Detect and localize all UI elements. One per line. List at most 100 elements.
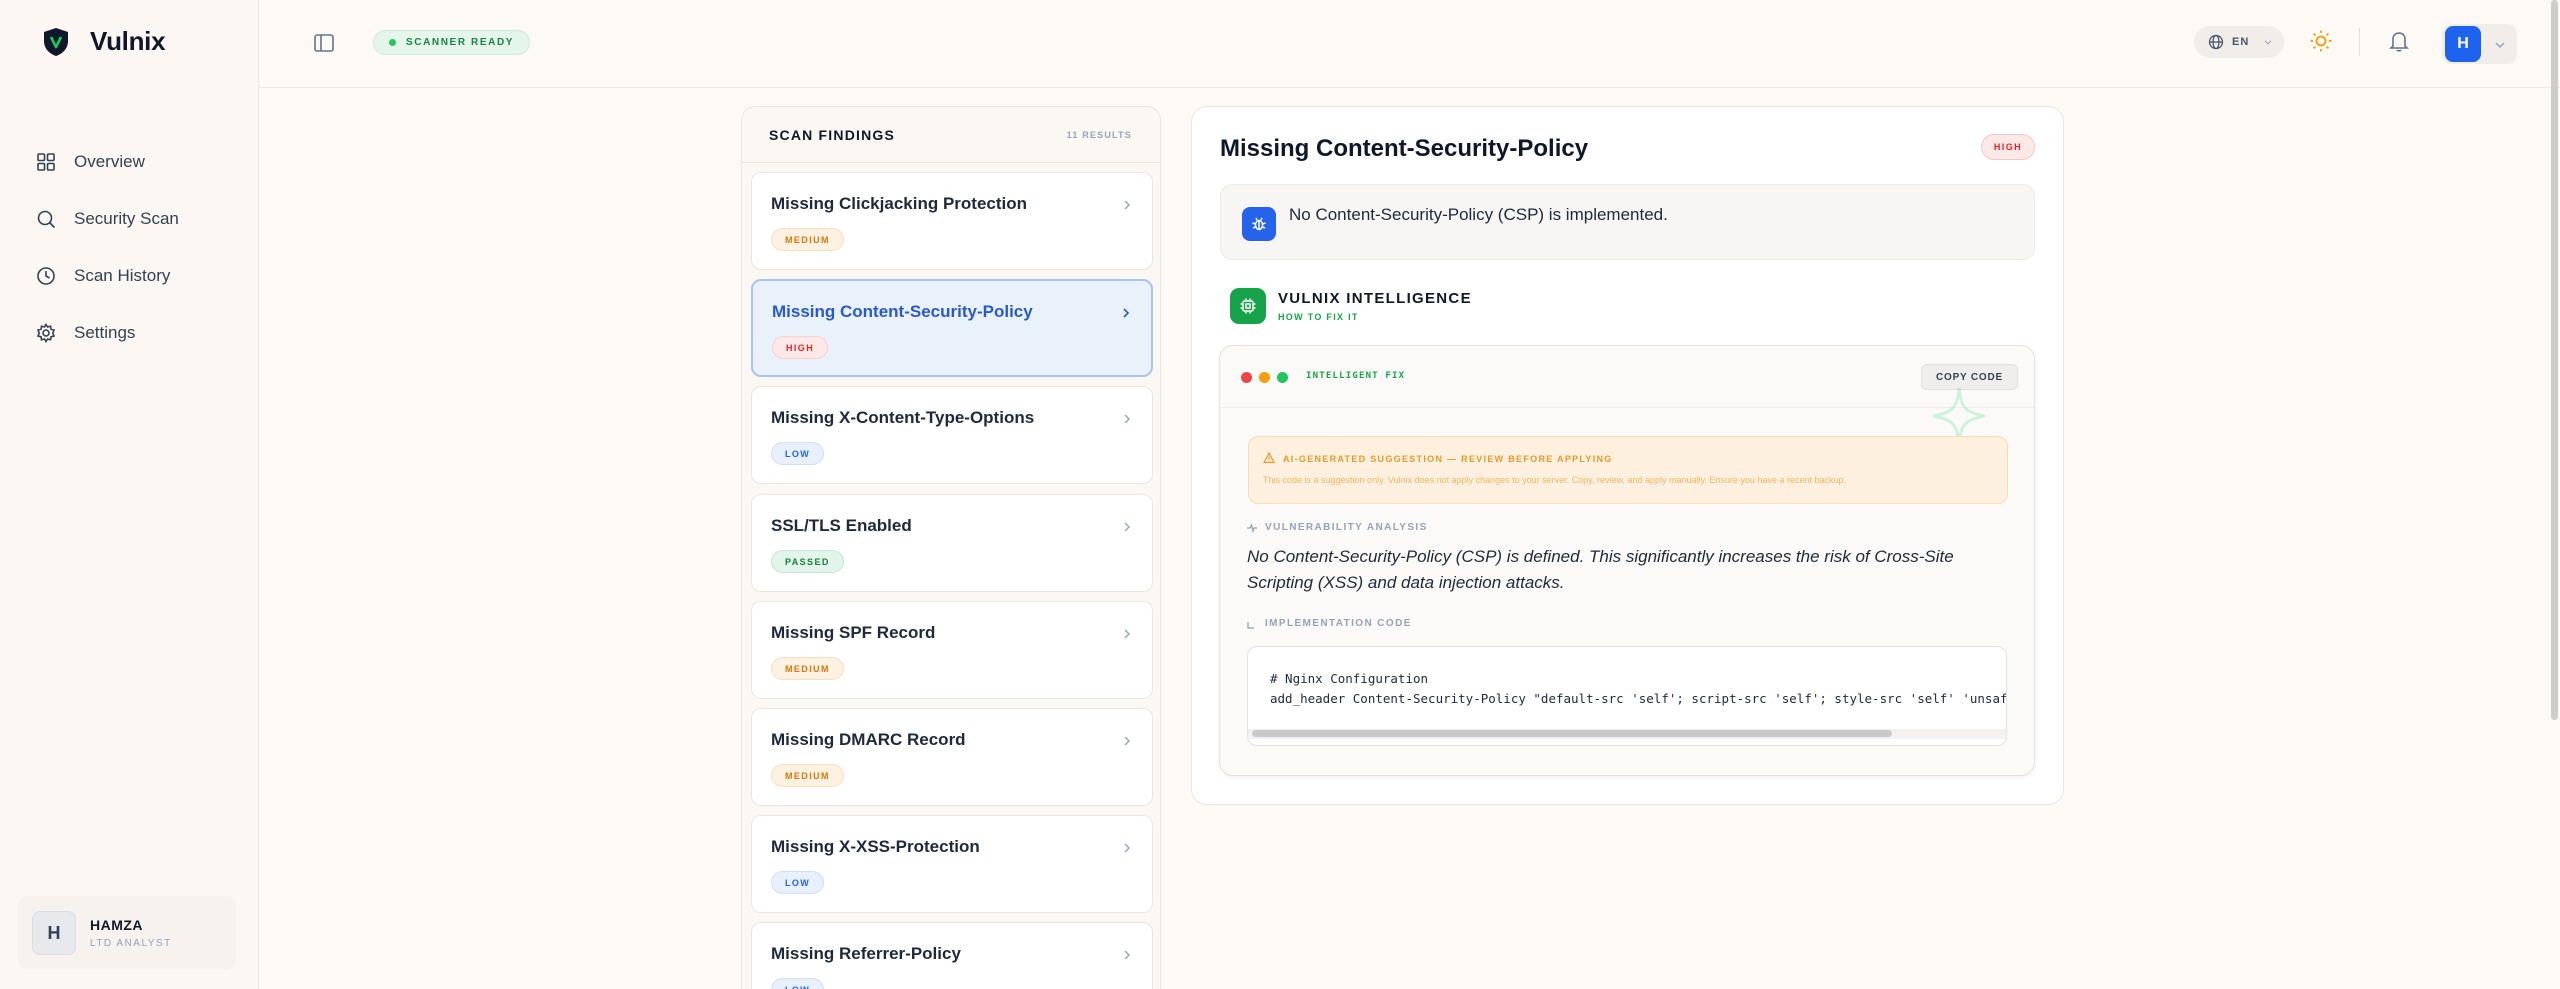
- finding-title: Missing SPF Record: [771, 623, 936, 642]
- grid-icon: [37, 152, 55, 171]
- finding-title: Missing Clickjacking Protection: [771, 194, 1028, 213]
- page-scrollbar-thumb[interactable]: [2551, 0, 2558, 720]
- finding-item[interactable]: Missing Clickjacking Protection MEDIUM: [751, 172, 1153, 270]
- description-text: No Content-Security-Policy (CSP) is impl…: [1289, 205, 1668, 224]
- finding-detail-panel: Missing Content-Security-Policy HIGH No …: [1191, 106, 2064, 805]
- cpu-icon: [1230, 288, 1266, 324]
- finding-title: Missing Content-Security-Policy: [772, 302, 1033, 321]
- fix-card-toolbar: INTELLIGENT FIX COPY CODE: [1220, 346, 2034, 408]
- code-block[interactable]: # Nginx Configuration add_header Content…: [1247, 646, 2007, 746]
- scanner-status-text: SCANNER READY: [406, 37, 515, 48]
- sidebar-item-security-scan[interactable]: Security Scan: [36, 190, 179, 247]
- notifications-bell-icon[interactable]: [2389, 30, 2409, 52]
- user-card[interactable]: H HAMZA LTD ANALYST: [18, 896, 236, 970]
- finding-item[interactable]: Missing X-XSS-Protection LOW: [751, 815, 1153, 913]
- finding-title: Missing Referrer-Policy: [771, 944, 961, 963]
- severity-badge: LOW: [771, 978, 825, 989]
- chevron-right-icon: [1123, 308, 1130, 318]
- severity-badge: MEDIUM: [771, 657, 844, 680]
- chevron-right-icon: [1124, 843, 1130, 853]
- warning-text: This code is a suggestion only. Vulnix d…: [1263, 475, 1847, 485]
- warning-title: AI-GENERATED SUGGESTION — REVIEW BEFORE …: [1283, 454, 1613, 464]
- chevron-right-icon: [1124, 200, 1130, 210]
- code-content: # Nginx Configuration add_header Content…: [1270, 669, 2007, 709]
- chevron-right-icon: [1124, 629, 1130, 639]
- fix-label: INTELLIGENT FIX: [1306, 371, 1406, 381]
- pulse-icon: [1247, 522, 1257, 533]
- user-avatar: H: [32, 911, 76, 955]
- intelligence-subtitle: HOW TO FIX IT: [1278, 312, 1359, 322]
- chevron-down-icon: [2495, 42, 2505, 49]
- scrollbar-thumb[interactable]: [1252, 730, 1892, 737]
- user-menu-button[interactable]: H: [2442, 24, 2517, 64]
- chevron-down-icon: [2264, 40, 2272, 45]
- finding-item[interactable]: Missing Referrer-Policy LOW: [751, 922, 1153, 989]
- detail-severity-badge: HIGH: [1980, 134, 2035, 160]
- intelligence-title: VULNIX INTELLIGENCE: [1278, 290, 1472, 307]
- finding-item[interactable]: Missing SPF Record MEDIUM: [751, 601, 1153, 699]
- avatar: H: [2445, 26, 2481, 62]
- sidebar: Vulnix Overview Security Scan Scan Histo…: [0, 0, 259, 989]
- green-dot-icon: [1277, 372, 1288, 383]
- chevron-right-icon: [1124, 950, 1130, 960]
- gear-icon: [36, 322, 56, 343]
- ai-warning-banner: AI-GENERATED SUGGESTION — REVIEW BEFORE …: [1248, 436, 2008, 504]
- intelligent-fix-card: INTELLIGENT FIX COPY CODE AI-GENERATED S…: [1219, 345, 2035, 776]
- scan-findings-panel: SCAN FINDINGS 11 RESULTS Missing Clickja…: [741, 106, 1161, 989]
- page-scrollbar[interactable]: [2549, 0, 2560, 989]
- sidebar-toggle-icon[interactable]: [313, 32, 335, 54]
- sidebar-item-scan-history[interactable]: Scan History: [36, 247, 179, 304]
- analysis-label: VULNERABILITY ANALYSIS: [1247, 522, 1428, 533]
- code-icon: [1247, 621, 1254, 629]
- severity-badge: MEDIUM: [771, 228, 844, 251]
- sidebar-item-label: Scan History: [74, 265, 171, 285]
- detail-title: Missing Content-Security-Policy: [1220, 135, 1589, 162]
- findings-count: 11 RESULTS: [1066, 129, 1132, 140]
- chevron-right-icon: [1124, 522, 1130, 532]
- status-dot-icon: [389, 39, 396, 46]
- app-name: Vulnix: [90, 26, 166, 56]
- shield-logo-icon: [44, 27, 68, 56]
- theme-toggle-sun-icon[interactable]: [2309, 29, 2333, 53]
- implementation-label: IMPLEMENTATION CODE: [1247, 618, 1412, 629]
- user-name: HAMZA: [90, 917, 144, 933]
- finding-item[interactable]: Missing X-Content-Type-Options LOW: [751, 386, 1153, 484]
- user-role: LTD ANALYST: [90, 938, 172, 949]
- severity-badge: LOW: [771, 442, 825, 465]
- yellow-dot-icon: [1259, 372, 1270, 383]
- scanner-status-badge: SCANNER READY: [373, 30, 531, 55]
- language-label: EN: [2232, 36, 2250, 48]
- chevron-right-icon: [1124, 414, 1130, 424]
- finding-item[interactable]: SSL/TLS Enabled PASSED: [751, 494, 1153, 592]
- finding-item-active[interactable]: Missing Content-Security-Policy HIGH: [751, 279, 1153, 377]
- intelligence-header: VULNIX INTELLIGENCE HOW TO FIX IT: [1230, 288, 1472, 324]
- sidebar-item-overview[interactable]: Overview: [36, 133, 179, 190]
- code-line: add_header Content-Security-Policy "defa…: [1270, 691, 2007, 706]
- red-dot-icon: [1241, 372, 1252, 383]
- top-header: SCANNER READY EN H: [259, 0, 2560, 88]
- findings-header: SCAN FINDINGS 11 RESULTS: [742, 107, 1160, 163]
- sidebar-nav: Overview Security Scan Scan History Sett…: [36, 133, 179, 361]
- header-divider: [2359, 28, 2360, 56]
- description-box: No Content-Security-Policy (CSP) is impl…: [1220, 184, 2035, 260]
- implementation-label-text: IMPLEMENTATION CODE: [1265, 618, 1412, 629]
- chevron-right-icon: [1124, 736, 1130, 746]
- severity-badge: MEDIUM: [771, 764, 844, 787]
- language-selector[interactable]: EN: [2194, 26, 2284, 58]
- bug-icon: [1242, 207, 1276, 241]
- logo[interactable]: Vulnix: [42, 26, 166, 57]
- finding-title: Missing DMARC Record: [771, 730, 966, 749]
- finding-item[interactable]: Missing DMARC Record MEDIUM: [751, 708, 1153, 806]
- analysis-text: No Content-Security-Policy (CSP) is defi…: [1247, 547, 1954, 592]
- findings-title: SCAN FINDINGS: [769, 126, 896, 143]
- severity-badge: HIGH: [772, 336, 829, 359]
- severity-badge: PASSED: [771, 550, 844, 573]
- severity-badge: LOW: [771, 871, 825, 894]
- window-dots: [1241, 372, 1288, 383]
- code-line: # Nginx Configuration: [1270, 671, 1429, 686]
- sidebar-item-settings[interactable]: Settings: [36, 304, 179, 361]
- finding-title: SSL/TLS Enabled: [771, 516, 912, 535]
- sidebar-item-label: Overview: [74, 151, 145, 171]
- globe-icon: [2208, 34, 2224, 50]
- search-icon: [37, 210, 56, 228]
